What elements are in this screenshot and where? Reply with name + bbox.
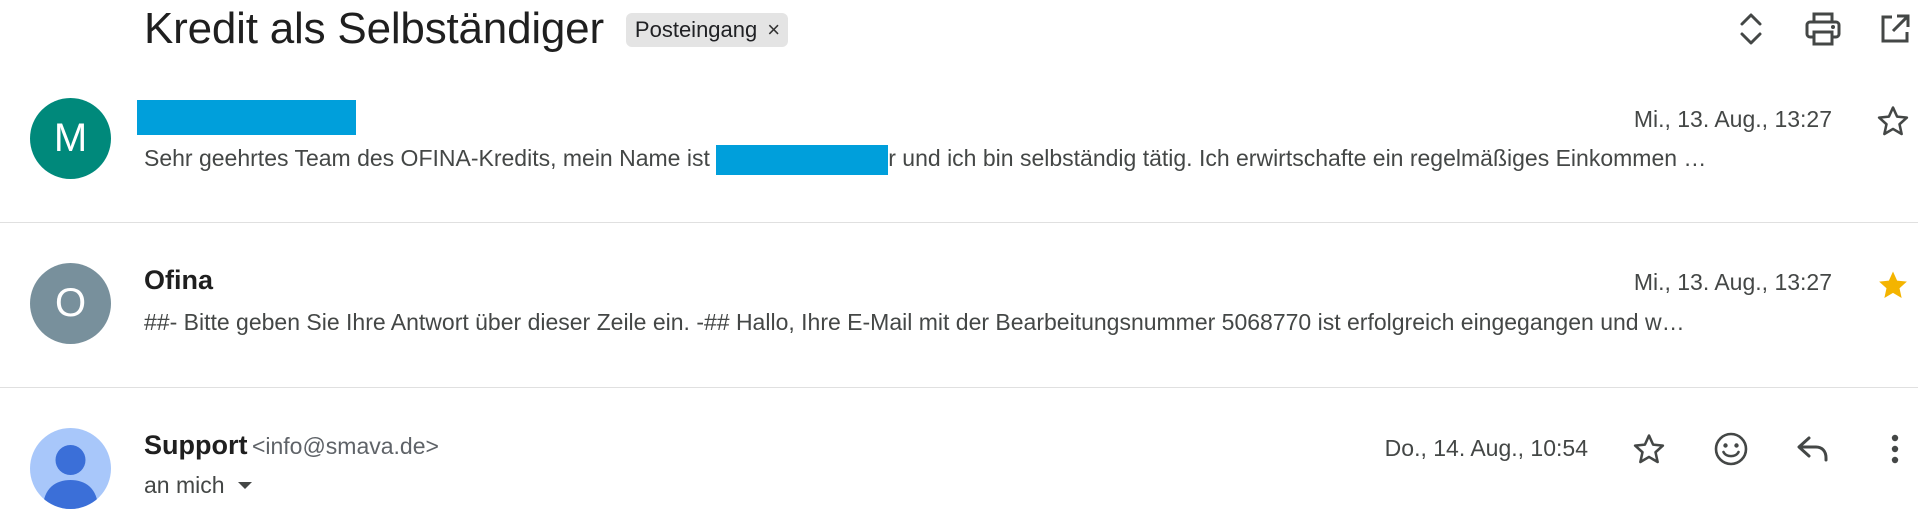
sender-redacted <box>137 100 356 135</box>
sender-name: Support <box>144 430 248 460</box>
message-snippet: ##- Bitte geben Sie Ihre Antwort über di… <box>144 309 1685 335</box>
message-date: Mi., 13. Aug., 13:27 <box>1633 106 1832 132</box>
snippet-before: Sehr geehrtes Team des OFINA-Kredits, me… <box>144 145 717 171</box>
recipient-details-toggle[interactable]: an mich <box>144 472 253 499</box>
email-subject: Kredit als Selbständiger <box>144 4 604 53</box>
star-filled-icon[interactable] <box>1871 263 1915 307</box>
subject-header: Kredit als Selbständiger Posteingang × <box>144 0 789 58</box>
avatar: M <box>30 98 111 179</box>
message-snippet: Sehr geehrtes Team des OFINA-Kredits, me… <box>144 145 1904 175</box>
sender-name: Ofina <box>144 265 214 295</box>
expand-collapse-icon[interactable] <box>1731 9 1771 49</box>
open-in-new-window-icon[interactable] <box>1875 9 1915 49</box>
star-icon[interactable] <box>1627 427 1671 471</box>
message-row-2[interactable]: O Ofina Mi., 13. Aug., 13:27 ##- Bitte g… <box>0 223 1918 387</box>
print-icon[interactable] <box>1803 9 1843 49</box>
more-options-icon[interactable] <box>1873 427 1917 471</box>
star-icon[interactable] <box>1871 99 1915 143</box>
avatar: O <box>30 263 111 344</box>
message-row-1[interactable]: M Mi., 13. Aug., 13:27 Sehr geehrtes Tea… <box>0 78 1918 222</box>
message-date: Mi., 13. Aug., 13:27 <box>1633 269 1832 295</box>
reply-icon[interactable] <box>1791 427 1835 471</box>
message-date: Do., 14. Aug., 10:54 <box>1384 435 1588 461</box>
remove-label-button[interactable]: × <box>767 17 780 43</box>
default-avatar-icon <box>30 428 111 509</box>
label-chip-text: Posteingang <box>634 17 758 42</box>
caret-down-icon <box>237 481 253 491</box>
snippet-after: r und ich bin selbständig tätig. Ich erw… <box>888 145 1707 171</box>
emoji-reaction-icon[interactable] <box>1709 427 1753 471</box>
recipient-text: an mich <box>144 472 225 498</box>
sender-line: Support <info@smava.de> <box>144 430 439 461</box>
label-chip-inbox[interactable]: Posteingang × <box>625 13 789 47</box>
name-redacted <box>716 145 889 175</box>
sender-email: <info@smava.de> <box>251 433 439 459</box>
message-row-3-expanded: Support <info@smava.de> an mich Do., 14.… <box>0 388 1918 523</box>
